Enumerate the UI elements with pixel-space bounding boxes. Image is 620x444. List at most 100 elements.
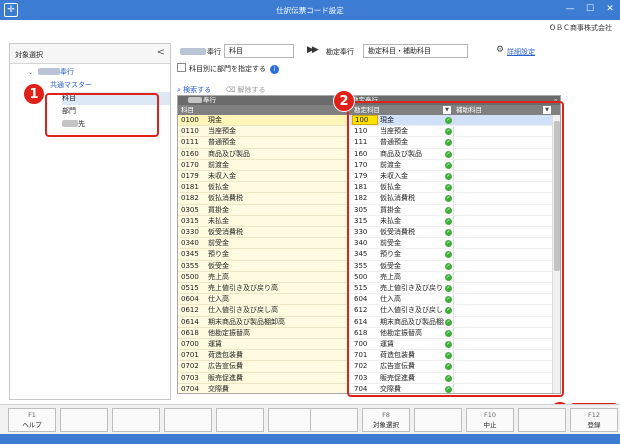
f8-target-select-button[interactable]: F8 対象選択 (362, 408, 410, 432)
f12-register-button[interactable]: F12 登録 (570, 408, 618, 432)
source-code: 0355 (181, 261, 199, 270)
source-name: 仮受金 (208, 261, 229, 270)
department-checkbox[interactable] (177, 63, 186, 72)
f6-button[interactable] (268, 408, 316, 432)
panel-header: 対象選択 < (10, 44, 170, 64)
f10-cancel-button[interactable]: F10 中止 (466, 408, 514, 432)
source-cell[interactable]: 0702 広告宣伝費 (178, 361, 348, 373)
search-icon: ⌕ (177, 86, 181, 94)
f9-button[interactable] (414, 408, 462, 432)
source-cell[interactable]: 0340 前受金 (178, 238, 348, 250)
source-cell[interactable]: 0703 販売促進費 (178, 372, 348, 384)
source-cell[interactable]: 0500 売上高 (178, 271, 348, 283)
source-code: 0330 (181, 228, 199, 236)
tree-group-common-master[interactable]: 共通マスター (50, 79, 170, 92)
source-cell[interactable]: 0614 期末商品及び製品棚卸高 (178, 316, 348, 328)
title-bar: ✛ 仕訳伝票コード設定 — ☐ ✕ (0, 0, 620, 20)
source-cell[interactable]: 0111 普通預金 (178, 137, 348, 149)
source-cell[interactable]: 0604 仕入高 (178, 294, 348, 306)
source-name: 前受金 (208, 239, 229, 248)
f7-button[interactable] (310, 408, 358, 432)
function-key-bar: F1 ヘルプ F8 対象選択 F10 中止 F12 登録 (0, 404, 620, 434)
source-cell[interactable]: 0345 預り金 (178, 249, 348, 261)
redacted-source-header (188, 97, 202, 103)
f3-button[interactable] (112, 408, 160, 432)
source-cell[interactable]: 0330 仮受消費税 (178, 227, 348, 239)
source-code: 0315 (181, 216, 199, 225)
detail-settings-link[interactable]: 詳細設定 (507, 47, 535, 57)
source-code: 0618 (181, 328, 199, 337)
source-name: 売上値引き及び戻り高 (208, 284, 278, 292)
target-label: 勘定奉行 (326, 48, 354, 56)
source-name: 販売促進費 (208, 373, 243, 382)
source-cell[interactable]: 0100 現金 (178, 115, 348, 127)
collapse-panel-button[interactable]: < (157, 47, 165, 58)
source-cell[interactable]: 0355 仮受金 (178, 260, 348, 272)
mapping-toolbar: 奉行 科目 ▶▶ 勘定奉行 勘定科目・補助科目 ⚙ 詳細設定 (177, 43, 611, 61)
source-code: 0704 (181, 384, 199, 393)
source-cell[interactable]: 0700 運賃 (178, 339, 348, 351)
clear-link[interactable]: ⌫ 解除する (225, 86, 265, 94)
source-name: 普通預金 (208, 138, 236, 147)
status-bar (0, 434, 620, 444)
source-code: 0181 (181, 183, 199, 192)
minimize-icon[interactable]: — (564, 3, 576, 15)
f4-button[interactable] (164, 408, 212, 432)
source-name: 交際費 (208, 384, 229, 393)
source-code: 0182 (181, 194, 199, 203)
source-code: 0614 (181, 317, 199, 326)
source-cell[interactable]: 0612 仕入値引き及び戻し高 (178, 305, 348, 317)
f5-button[interactable] (216, 408, 264, 432)
source-cell[interactable]: 0179 未収入金 (178, 171, 348, 183)
close-icon[interactable]: ✕ (604, 3, 616, 15)
source-code: 0170 (181, 160, 199, 169)
tree-root[interactable]: ⌄ 奉行 (28, 66, 170, 79)
department-checkbox-row: 科目別に部門を指定する i (177, 63, 279, 75)
source-cell[interactable]: 0515 売上値引き及び戻り高 (178, 283, 348, 295)
source-cell[interactable]: 0182 仮払消費税 (178, 193, 348, 205)
search-links: ⌕ 検索する ⌫ 解除する (177, 85, 278, 95)
callout-box-2 (347, 101, 564, 397)
source-code: 0612 (181, 306, 199, 315)
source-name: 前渡金 (208, 160, 229, 169)
source-code: 0340 (181, 239, 199, 248)
info-icon[interactable]: i (270, 65, 279, 74)
source-code: 0179 (181, 172, 199, 180)
source-cell[interactable]: 0315 未払金 (178, 215, 348, 227)
source-name: 他勘定振替高 (208, 328, 250, 337)
source-code: 0100 (181, 116, 199, 124)
source-name: 仮払消費税 (208, 194, 243, 203)
source-name: 当座預金 (208, 127, 236, 136)
gear-icon[interactable]: ⚙ (496, 45, 504, 55)
col-header-account[interactable]: 科目 (181, 105, 194, 115)
source-cell[interactable]: 0160 商品及び製品 (178, 148, 348, 160)
source-code: 0110 (181, 127, 199, 136)
target-select[interactable]: 勘定科目・補助科目 (363, 44, 468, 58)
f2-button[interactable] (60, 408, 108, 432)
redacted-source-product (180, 48, 206, 55)
source-cell[interactable]: 0704 交際費 (178, 383, 348, 393)
source-cell[interactable]: 0305 買掛金 (178, 204, 348, 216)
callout-badge-1: 1 (23, 83, 45, 105)
source-name: 荷造包装費 (208, 351, 243, 360)
source-cell[interactable]: 0110 当座預金 (178, 126, 348, 138)
f11-button[interactable] (518, 408, 566, 432)
source-cell[interactable]: 0170 前渡金 (178, 159, 348, 171)
source-name: 運賃 (208, 340, 222, 348)
maximize-icon[interactable]: ☐ (584, 3, 596, 15)
f1-help-button[interactable]: F1 ヘルプ (8, 408, 56, 432)
source-name: 仮受消費税 (208, 228, 243, 236)
source-name: 期末商品及び製品棚卸高 (208, 317, 285, 326)
source-cell[interactable]: 0618 他勘定振替高 (178, 327, 348, 339)
callout-box-1 (45, 93, 159, 137)
source-cell[interactable]: 0701 荷造包装費 (178, 350, 348, 362)
source-code: 0702 (181, 362, 199, 371)
source-code: 0515 (181, 284, 199, 292)
source-name: 未払金 (208, 216, 229, 225)
source-code: 0604 (181, 295, 199, 304)
source-select[interactable]: 科目 (224, 44, 294, 58)
search-link[interactable]: ⌕ 検索する (177, 86, 211, 94)
source-name: 仕入高 (208, 295, 229, 304)
source-cell[interactable]: 0181 仮払金 (178, 182, 348, 194)
chevron-down-icon[interactable]: ⌄ (28, 66, 38, 79)
